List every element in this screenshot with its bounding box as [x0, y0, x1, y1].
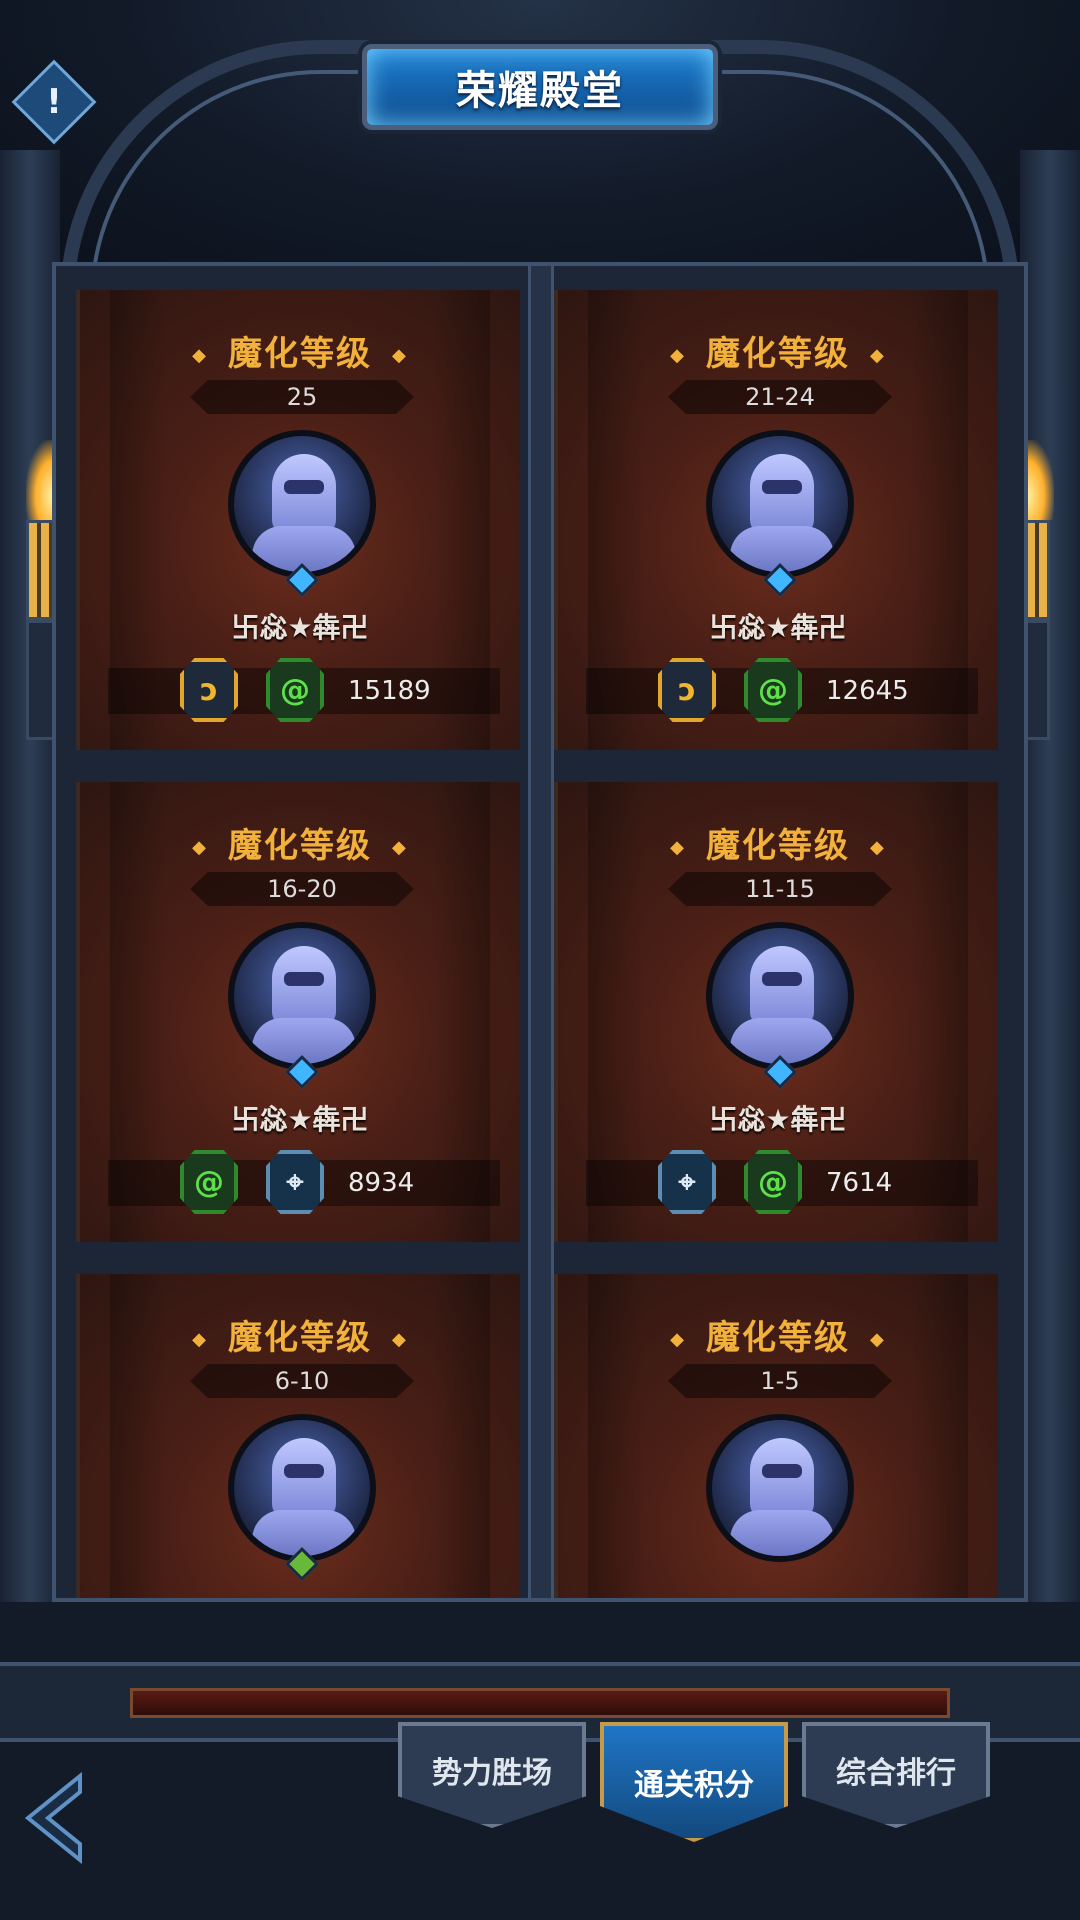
level-range: 6-10	[190, 1364, 414, 1398]
player-name: 卐惢★犇卍	[231, 1103, 369, 1136]
diamond-icon: ◆	[670, 837, 686, 858]
card-title: ◆ 魔化等级 ◆	[80, 326, 520, 375]
score-value: 8934	[348, 1168, 415, 1198]
visor	[762, 972, 802, 986]
knight-avatar[interactable]	[706, 1414, 854, 1562]
helmet-icon	[750, 1438, 814, 1518]
card-title-text: 魔化等级	[706, 334, 850, 374]
visor	[284, 972, 324, 986]
knight-avatar[interactable]	[706, 922, 854, 1070]
back-button[interactable]	[20, 1770, 100, 1866]
target-icon[interactable]: ⌖	[658, 1150, 716, 1214]
green-swirl-icon[interactable]: @	[744, 1150, 802, 1214]
helmet-icon	[750, 454, 814, 534]
card-title-text: 魔化等级	[706, 826, 850, 866]
knight-avatar[interactable]	[228, 922, 376, 1070]
armor-torso	[730, 1510, 834, 1556]
helmet-icon	[750, 946, 814, 1026]
card-title-text: 魔化等级	[228, 1318, 372, 1358]
helmet-icon	[272, 1438, 336, 1518]
title-plate: 荣耀殿堂	[362, 44, 718, 130]
helmet-icon	[272, 946, 336, 1026]
card-title: ◆ 魔化等级 ◆	[80, 818, 520, 867]
rank-card-level-21-24[interactable]: ◆ 魔化等级 ◆ 21-24 卐惢★犇卍 ↄ @ 12645	[554, 290, 998, 750]
visor	[762, 1464, 802, 1478]
player-name: 卐惢★犇卍	[231, 611, 369, 644]
diamond-icon: ◆	[870, 1329, 886, 1350]
visor	[762, 480, 802, 494]
player-name: 卐惢★犇卍	[709, 1103, 847, 1136]
card-title: ◆ 魔化等级 ◆	[558, 818, 998, 867]
gold-hook-icon[interactable]: ↄ	[658, 658, 716, 722]
rank-card-level-1-5[interactable]: ◆ 魔化等级 ◆ 1-5	[554, 1274, 998, 1598]
card-title-text: 魔化等级	[228, 334, 372, 374]
level-range: 16-20	[190, 872, 414, 906]
level-range: 11-15	[668, 872, 892, 906]
diamond-icon: ◆	[192, 345, 208, 366]
visor	[284, 1464, 324, 1478]
board-divider	[528, 266, 554, 1598]
info-icon: !	[46, 82, 62, 122]
diamond-icon: ◆	[392, 1329, 408, 1350]
knight-avatar[interactable]	[228, 430, 376, 578]
card-title-text: 魔化等级	[228, 826, 372, 866]
card-title: ◆ 魔化等级 ◆	[80, 1310, 520, 1359]
visor	[284, 480, 324, 494]
green-swirl-icon[interactable]: @	[266, 658, 324, 722]
score-value: 15189	[348, 676, 431, 706]
rank-card-level-25[interactable]: ◆ 魔化等级 ◆ 25 卐惢★犇卍 ↄ @ 15189	[76, 290, 520, 750]
knight-avatar[interactable]	[228, 1414, 376, 1562]
diamond-icon: ◆	[870, 837, 886, 858]
diamond-icon: ◆	[192, 837, 208, 858]
back-arrow-icon	[24, 1771, 82, 1865]
target-icon[interactable]: ⌖	[266, 1150, 324, 1214]
card-title: ◆ 魔化等级 ◆	[558, 1310, 998, 1359]
green-swirl-icon[interactable]: @	[180, 1150, 238, 1214]
rank-card-level-6-10[interactable]: ◆ 魔化等级 ◆ 6-10	[76, 1274, 520, 1598]
left-pillar	[0, 150, 60, 1710]
score-value: 12645	[826, 676, 909, 706]
level-range: 21-24	[668, 380, 892, 414]
player-name: 卐惢★犇卍	[709, 611, 847, 644]
diamond-icon: ◆	[192, 1329, 208, 1350]
red-rail	[130, 1688, 950, 1718]
helmet-icon	[272, 454, 336, 534]
rank-card-level-16-20[interactable]: ◆ 魔化等级 ◆ 16-20 卐惢★犇卍 @ ⌖ 8934	[76, 782, 520, 1242]
page-title: 荣耀殿堂	[456, 68, 624, 114]
level-range: 25	[190, 380, 414, 414]
gold-hook-icon[interactable]: ↄ	[180, 658, 238, 722]
score-value: 7614	[826, 1168, 893, 1198]
card-title-text: 魔化等级	[706, 1318, 850, 1358]
green-swirl-icon[interactable]: @	[744, 658, 802, 722]
diamond-icon: ◆	[670, 1329, 686, 1350]
ranking-board[interactable]: ◆ 魔化等级 ◆ 25 卐惢★犇卍 ↄ @ 15189 ◆ 魔化等级 ◆ 21-24 卐…	[52, 262, 1028, 1602]
diamond-icon: ◆	[392, 837, 408, 858]
knight-avatar[interactable]	[706, 430, 854, 578]
level-range: 1-5	[668, 1364, 892, 1398]
diamond-icon: ◆	[670, 345, 686, 366]
diamond-icon: ◆	[392, 345, 408, 366]
diamond-icon: ◆	[870, 345, 886, 366]
card-title: ◆ 魔化等级 ◆	[558, 326, 998, 375]
rank-card-level-11-15[interactable]: ◆ 魔化等级 ◆ 11-15 卐惢★犇卍 ⌖ @ 7614	[554, 782, 998, 1242]
right-pillar	[1020, 150, 1080, 1710]
